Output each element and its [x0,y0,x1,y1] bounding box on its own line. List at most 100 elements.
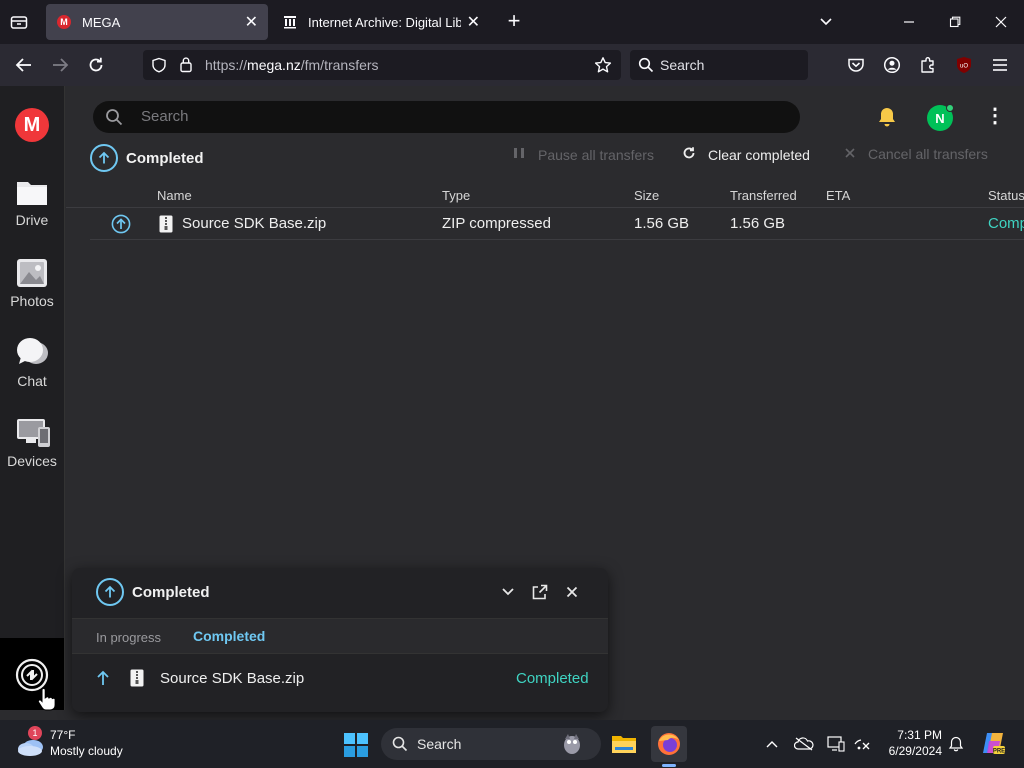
firefox-taskbar-button[interactable] [651,726,687,762]
browser-tab-bar: M MEGA ✕ Internet Archive: Digital Libra… [0,0,1024,44]
upload-arrow-icon [96,670,110,690]
mega-logo[interactable]: M [15,108,49,142]
tab-mega[interactable]: M MEGA ✕ [46,4,268,40]
puzzle-icon [921,57,934,73]
photos-icon [16,257,48,289]
column-header-size[interactable]: Size [634,188,659,203]
url-text: https://mega.nz/fm/transfers [205,57,379,73]
network-icon[interactable] [852,734,872,754]
cancel-all-transfers-button[interactable]: Cancel all transfers [844,146,988,162]
file-explorer-taskbar-button[interactable] [606,726,642,762]
display-icon[interactable] [826,734,846,754]
address-bar[interactable]: https://mega.nz/fm/transfers [143,50,621,80]
weather-badge: 1 [28,726,42,740]
tab-overflow-chevron-icon[interactable] [811,10,841,34]
notifications-bell-icon[interactable] [876,106,898,128]
upload-arrow-icon [96,578,124,606]
zip-file-icon [159,215,173,237]
sidebar-item-drive[interactable]: Drive [0,176,64,228]
reload-button[interactable] [83,52,109,78]
expand-external-icon[interactable] [530,582,550,602]
windows-taskbar: 1 77°F Mostly cloudy Search 7:31 PM 6/29… [0,720,1024,768]
mega-sidebar: M Drive Photos Chat Devices [0,86,65,710]
back-button[interactable] [11,52,37,78]
forward-arrow-icon [53,58,69,72]
close-icon[interactable] [562,582,582,602]
sidebar-item-photos[interactable]: Photos [0,257,64,309]
status-badge: Completed [516,670,589,687]
lock-icon[interactable] [179,56,193,78]
more-options-icon[interactable]: ⋮ [985,106,1005,130]
search-placeholder: Search [141,108,189,125]
transfer-manager-button[interactable] [0,638,64,711]
copilot-icon[interactable]: PRE [980,730,1006,756]
pocket-button[interactable] [843,52,869,78]
minimize-window-button[interactable] [894,10,924,34]
sidebar-item-label: Photos [10,293,54,309]
forward-button[interactable] [47,52,73,78]
browser-nav-bar: https://mega.nz/fm/transfers Search uO [0,44,1024,86]
ublock-shield-icon: uO [957,57,971,73]
onedrive-offline-icon[interactable] [794,734,814,754]
search-placeholder: Search [417,736,462,752]
close-tab-icon[interactable]: ✕ [467,12,480,32]
file-name: Source SDK Base.zip [160,670,305,687]
sidebar-item-devices[interactable]: Devices [0,417,64,469]
windows-start-icon[interactable] [344,733,368,757]
close-tab-icon[interactable]: ✕ [245,12,258,32]
table-row[interactable]: Source SDK Base.zip ZIP compressed 1.56 … [90,208,1024,240]
ublock-button[interactable]: uO [951,52,977,78]
sidebar-item-chat[interactable]: Chat [0,337,64,389]
upload-circle-icon [111,214,131,238]
account-button[interactable] [879,52,905,78]
list-all-tabs-button[interactable] [6,10,32,34]
sidebar-item-label: Devices [7,453,57,469]
status-badge: Comp [988,215,1024,232]
list-item[interactable]: Source SDK Base.zip Completed [72,664,608,694]
folder-icon [612,736,636,753]
file-transferred: 1.56 GB [730,215,786,232]
column-header-status[interactable]: Status [988,188,1024,203]
column-header-name[interactable]: Name [157,188,192,203]
weather-condition-text: Mostly cloudy [50,744,123,758]
taskbar-clock[interactable]: 7:31 PM 6/29/2024 [870,727,942,759]
tab-completed[interactable]: Completed [193,628,265,644]
pocket-icon [848,58,864,72]
pause-all-label: Pause all transfers [538,146,654,163]
bookmark-star-icon[interactable] [594,56,612,79]
transfer-popup-panel: Completed In progress Completed Source S… [72,568,608,712]
pause-all-transfers-button[interactable]: Pause all transfers [512,146,654,163]
restore-window-button[interactable] [940,10,970,34]
show-hidden-icons-chevron-up-icon[interactable] [762,734,782,754]
close-window-button[interactable] [986,10,1016,34]
column-header-transferred[interactable]: Transferred [730,188,797,203]
browser-search-bar[interactable]: Search [630,50,808,80]
tab-title: MEGA [82,14,121,30]
devices-icon [16,417,50,449]
url-path: /fm/transfers [300,57,379,73]
taskbar-search-box[interactable]: Search [381,728,601,760]
collapse-chevron-down-icon[interactable] [498,582,518,602]
clear-completed-button[interactable]: Clear completed [682,146,810,163]
new-tab-button[interactable]: + [500,10,528,34]
tracking-protection-shield-icon[interactable] [151,57,167,78]
notification-bell-icon[interactable] [946,734,966,754]
tab-list-icon [10,16,28,29]
url-prefix: https:// [205,57,248,73]
reload-icon [89,57,103,72]
column-header-eta[interactable]: ETA [826,188,850,203]
tab-in-progress[interactable]: In progress [96,630,161,645]
search-icon [105,108,123,131]
menu-button[interactable] [987,52,1013,78]
popup-tabs: In progress Completed [72,618,608,654]
account-icon [883,56,901,74]
mega-search-input[interactable]: Search [93,101,800,133]
tab-title: Internet Archive: Digital Library [308,14,461,30]
tab-internet-archive[interactable]: Internet Archive: Digital Library ✕ [272,4,490,40]
extensions-button[interactable] [915,52,941,78]
table-header: Name Type Size Transferred ETA Status [66,184,1024,208]
mega-favicon-icon: M [56,14,72,30]
column-header-type[interactable]: Type [442,188,470,203]
online-status-dot [946,104,954,112]
clear-completed-label: Clear completed [708,146,810,163]
